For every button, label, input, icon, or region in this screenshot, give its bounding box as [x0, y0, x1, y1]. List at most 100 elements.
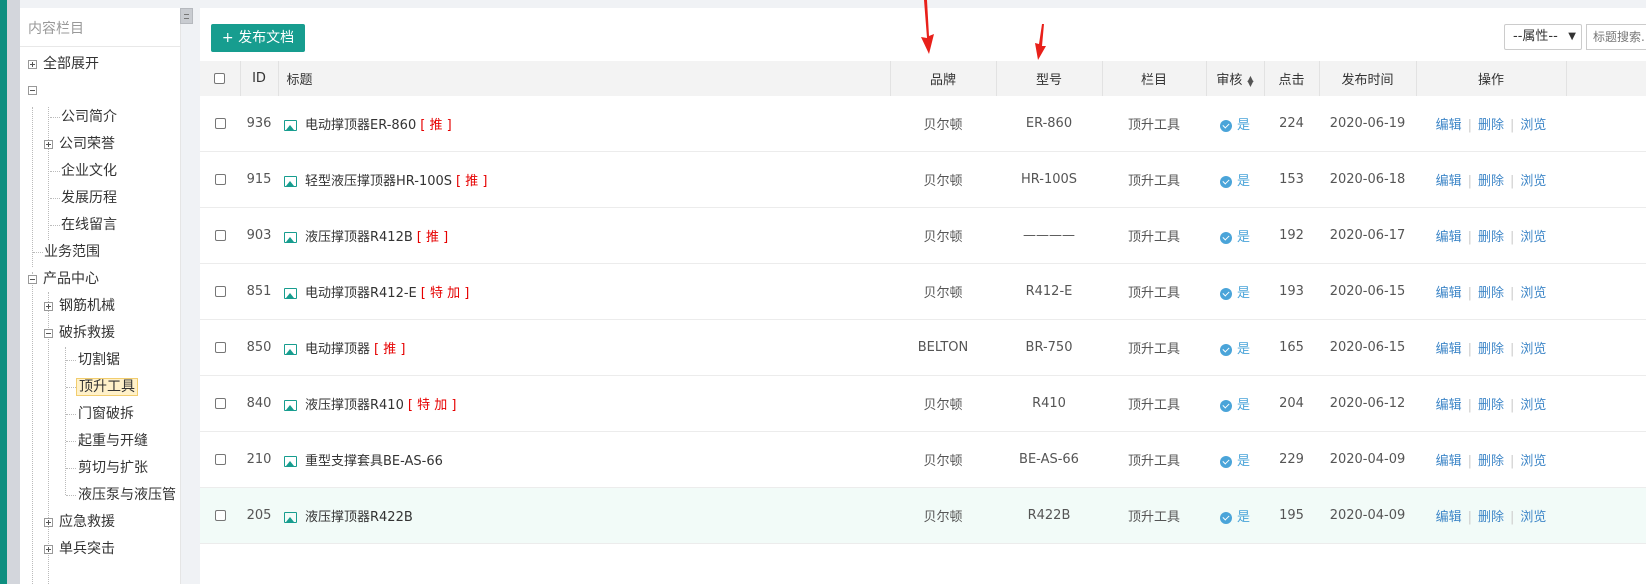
cell-title[interactable]: 电动撑顶器R412-E[ 特 加 ]	[278, 263, 890, 320]
expand-plus-icon[interactable]	[44, 139, 53, 149]
table-row[interactable]: 205 液压撑顶器R422B 贝尔顿 R422B 顶升工具 是 195 2020…	[200, 487, 1646, 544]
table-row[interactable]: 903 液压撑顶器R412B[ 推 ] 贝尔顿 ———— 顶升工具 是 192 …	[200, 207, 1646, 264]
cell-audit[interactable]: 是	[1206, 319, 1264, 376]
sort-icon[interactable]: ▲ ▼	[1247, 74, 1253, 87]
header-audit[interactable]: 审核 ▲ ▼	[1206, 61, 1265, 96]
attribute-select[interactable]: --属性-- ▼	[1504, 24, 1582, 50]
row-checkbox[interactable]	[214, 454, 226, 465]
view-link[interactable]: 浏览	[1520, 398, 1546, 413]
document-title-link[interactable]: 电动撑顶器	[305, 342, 370, 357]
delete-link[interactable]: 删除	[1478, 510, 1504, 525]
header-date[interactable]: 发布时间	[1319, 61, 1417, 96]
tree-item-products[interactable]: 产品中心	[28, 266, 99, 292]
table-row[interactable]: 851 电动撑顶器R412-E[ 特 加 ] 贝尔顿 R412-E 顶升工具 是…	[200, 263, 1646, 320]
tree-item-company-profile[interactable]: 公司简介	[61, 104, 117, 130]
document-title-link[interactable]: 轻型液压撑顶器HR-100S	[305, 174, 452, 189]
tree-item-culture[interactable]: 企业文化	[61, 158, 117, 184]
tree-root-node[interactable]	[28, 77, 43, 103]
cell-audit[interactable]: 是	[1206, 207, 1264, 264]
table-row[interactable]: 840 液压撑顶器R410[ 特 加 ] 贝尔顿 R410 顶升工具 是 204…	[200, 375, 1646, 432]
tree-item-honors[interactable]: 公司荣誉	[44, 131, 115, 157]
header-column[interactable]: 栏目	[1102, 61, 1207, 96]
tree-item-history[interactable]: 发展历程	[61, 185, 117, 211]
row-checkbox[interactable]	[214, 230, 226, 241]
document-title-link[interactable]: 重型支撑套具BE-AS-66	[305, 454, 443, 469]
view-link[interactable]: 浏览	[1520, 174, 1546, 189]
document-title-link[interactable]: 液压撑顶器R422B	[305, 510, 413, 525]
tree-item-cutting-saw[interactable]: 切割锯	[78, 347, 120, 373]
sidebar-collapse-toggle[interactable]	[180, 8, 193, 24]
edit-link[interactable]: 编辑	[1436, 286, 1462, 301]
table-row[interactable]: 850 电动撑顶器[ 推 ] BELTON BR-750 顶升工具 是 165 …	[200, 319, 1646, 376]
edit-link[interactable]: 编辑	[1436, 118, 1462, 133]
view-link[interactable]: 浏览	[1520, 286, 1546, 301]
table-row[interactable]: 210 重型支撑套具BE-AS-66 贝尔顿 BE-AS-66 顶升工具 是 2…	[200, 431, 1646, 488]
edit-link[interactable]: 编辑	[1436, 342, 1462, 357]
row-checkbox[interactable]	[214, 118, 226, 129]
tree-item-lifting-spreading[interactable]: 起重与开缝	[78, 428, 148, 454]
edit-link[interactable]: 编辑	[1436, 230, 1462, 245]
expand-plus-icon[interactable]	[44, 301, 53, 311]
row-checkbox[interactable]	[214, 398, 226, 409]
cell-title[interactable]: 液压撑顶器R422B	[278, 487, 890, 544]
cell-audit[interactable]: 是	[1206, 487, 1264, 544]
delete-link[interactable]: 删除	[1478, 398, 1504, 413]
row-checkbox[interactable]	[214, 286, 226, 297]
cell-audit[interactable]: 是	[1206, 375, 1264, 432]
edit-link[interactable]: 编辑	[1436, 454, 1462, 469]
header-model[interactable]: 型号	[996, 61, 1103, 96]
header-title[interactable]: 标题	[278, 61, 891, 96]
row-checkbox[interactable]	[214, 342, 226, 353]
view-link[interactable]: 浏览	[1520, 118, 1546, 133]
document-title-link[interactable]: 液压撑顶器R410	[305, 398, 404, 413]
tree-item-message[interactable]: 在线留言	[61, 212, 117, 238]
collapse-minus-icon[interactable]	[44, 328, 53, 338]
select-all-checkbox[interactable]	[214, 73, 226, 84]
document-title-link[interactable]: 电动撑顶器ER-860	[305, 118, 416, 133]
document-title-link[interactable]: 电动撑顶器R412-E	[305, 286, 417, 301]
view-link[interactable]: 浏览	[1520, 230, 1546, 245]
row-checkbox[interactable]	[214, 174, 226, 185]
tree-item-lifting-tools[interactable]: 顶升工具	[76, 374, 138, 400]
expand-plus-icon[interactable]	[44, 544, 53, 554]
cell-audit[interactable]: 是	[1206, 263, 1264, 320]
tree-item-demolition-rescue[interactable]: 破拆救援	[44, 320, 115, 346]
header-brand[interactable]: 品牌	[890, 61, 997, 96]
delete-link[interactable]: 删除	[1478, 118, 1504, 133]
tree-item-hydraulic-pump[interactable]: 液压泵与液压管	[78, 482, 176, 508]
cell-title[interactable]: 重型支撑套具BE-AS-66	[278, 431, 890, 488]
collapse-minus-icon[interactable]	[28, 85, 37, 95]
delete-link[interactable]: 删除	[1478, 454, 1504, 469]
delete-link[interactable]: 删除	[1478, 342, 1504, 357]
cell-title[interactable]: 轻型液压撑顶器HR-100S [ 推 ]	[278, 151, 890, 208]
view-link[interactable]: 浏览	[1520, 454, 1546, 469]
cell-title[interactable]: 电动撑顶器ER-860 [ 推 ]	[278, 96, 890, 152]
delete-link[interactable]: 删除	[1478, 230, 1504, 245]
view-link[interactable]: 浏览	[1520, 510, 1546, 525]
cell-title[interactable]: 液压撑顶器R412B[ 推 ]	[278, 207, 890, 264]
document-title-link[interactable]: 液压撑顶器R412B	[305, 230, 413, 245]
header-id[interactable]: ID	[240, 61, 279, 96]
view-link[interactable]: 浏览	[1520, 342, 1546, 357]
tree-expand-all[interactable]: 全部展开	[28, 51, 99, 77]
edit-link[interactable]: 编辑	[1436, 398, 1462, 413]
edit-link[interactable]: 编辑	[1436, 510, 1462, 525]
cell-audit[interactable]: 是	[1206, 96, 1264, 152]
cell-audit[interactable]: 是	[1206, 431, 1264, 488]
tree-item-cutting-expanding[interactable]: 剪切与扩张	[78, 455, 148, 481]
delete-link[interactable]: 删除	[1478, 174, 1504, 189]
publish-document-button[interactable]: + 发布文档	[211, 24, 305, 52]
collapse-minus-icon[interactable]	[28, 274, 37, 284]
cell-audit[interactable]: 是	[1206, 151, 1264, 208]
cell-title[interactable]: 液压撑顶器R410[ 特 加 ]	[278, 375, 890, 432]
edit-link[interactable]: 编辑	[1436, 174, 1462, 189]
cell-title[interactable]: 电动撑顶器 [ 推 ]	[278, 319, 890, 376]
tree-item-business[interactable]: 业务范围	[44, 239, 100, 265]
header-clicks[interactable]: 点击	[1264, 61, 1320, 96]
tree-item-door-breaking[interactable]: 门窗破拆	[78, 401, 134, 427]
expand-plus-icon[interactable]	[44, 517, 53, 527]
table-row[interactable]: 915 轻型液压撑顶器HR-100S [ 推 ] 贝尔顿 HR-100S 顶升工具…	[200, 151, 1646, 208]
tree-item-rebar-machinery[interactable]: 钢筋机械	[44, 293, 115, 319]
row-checkbox[interactable]	[214, 510, 226, 521]
title-search-input[interactable]: 标题搜索...	[1586, 24, 1646, 50]
